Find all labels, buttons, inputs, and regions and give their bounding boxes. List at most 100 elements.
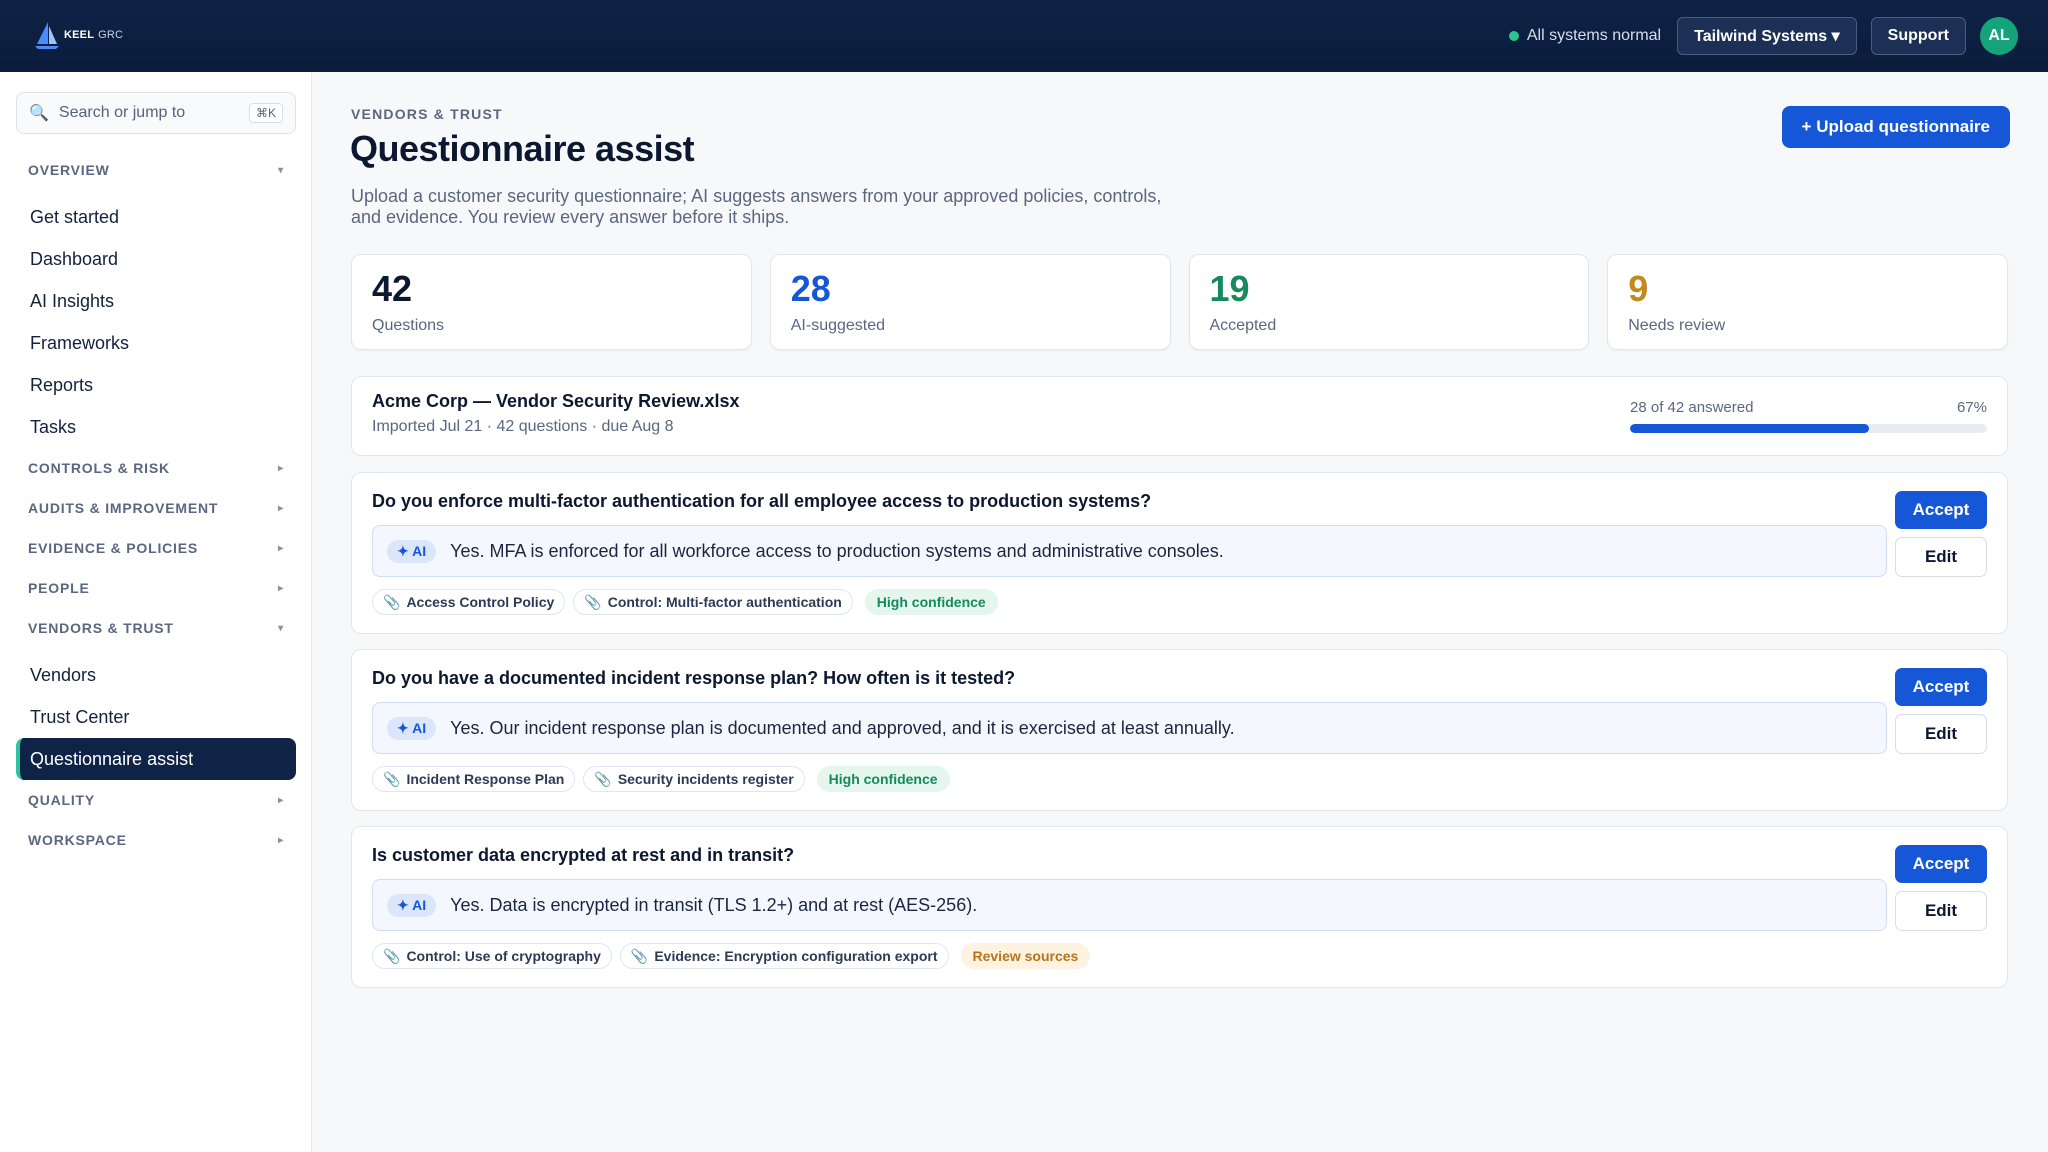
nav-section-quality[interactable]: QUALITY ▸ — [16, 780, 296, 820]
logo-text-light: GRC — [98, 29, 124, 41]
paperclip-icon: 📎 — [630, 947, 649, 964]
search-input[interactable]: 🔍 Search or jump to ⌘K — [16, 92, 296, 134]
ai-badge: ✦ AI — [387, 716, 437, 740]
source-chip[interactable]: 📎 Incident Response Plan — [372, 766, 576, 792]
answer-text: Yes. Data is encrypted in transit (TLS 1… — [450, 894, 978, 915]
question-card: Is customer data encrypted at rest and i… — [351, 826, 2008, 988]
source-list: 📎 Access Control Policy 📎 Control: Multi-f… — [372, 589, 998, 615]
sidebar-item-questionnaire-assist[interactable]: Questionnaire assist — [16, 738, 296, 780]
answer-field[interactable]: ✦ AI Yes. Data is encrypted in transit (… — [372, 879, 1887, 931]
sidebar: 🔍 Search or jump to ⌘K OVERVIEW ▾ Get sta… — [0, 72, 312, 1152]
chevron-right-icon: ▸ — [278, 794, 284, 806]
source-chip[interactable]: 📎 Control: Use of cryptography — [372, 943, 612, 969]
nav-section-people[interactable]: PEOPLE ▸ — [16, 568, 296, 608]
answer-field[interactable]: ✦ AI Yes. Our incident response plan is … — [372, 702, 1887, 754]
paperclip-icon: 📎 — [594, 770, 612, 787]
source-label: Control: Use of cryptography — [406, 948, 601, 964]
ai-badge: ✦ AI — [387, 539, 437, 563]
progress-text: 28 of 42 answered — [1630, 399, 1754, 416]
sidebar-item-reports[interactable]: Reports — [16, 364, 296, 406]
chevron-down-icon: ▾ — [278, 622, 284, 634]
stat-card-accepted: 19 Accepted — [1188, 254, 1590, 350]
answer-field[interactable]: ✦ AI Yes. MFA is enforced for all workfo… — [372, 525, 1887, 577]
stat-label: AI-suggested — [790, 317, 886, 334]
stat-card-ai-suggested: 28 AI-suggested — [769, 254, 1171, 350]
confidence-badge: High confidence — [864, 589, 998, 615]
stat-value: 42 — [372, 268, 413, 309]
source-label: Control: Multi-factor authentication — [607, 594, 842, 610]
search-placeholder: Search or jump to — [58, 104, 186, 121]
sidebar-nav: OVERVIEW ▾ Get started Dashboard AI Insig… — [16, 150, 296, 860]
page-title: Questionnaire assist — [350, 128, 695, 169]
nav-section-workspace[interactable]: WORKSPACE ▸ — [16, 820, 296, 860]
paperclip-icon: 📎 — [383, 947, 401, 964]
accept-button[interactable]: Accept — [1895, 668, 1987, 706]
nav-section-overview[interactable]: OVERVIEW ▾ — [16, 150, 296, 190]
question-text: Do you enforce multi-factor authenticati… — [372, 491, 1152, 511]
org-switcher-button[interactable]: Tailwind Systems ▾ — [1677, 17, 1857, 55]
stat-card-questions: 42 Questions — [351, 254, 752, 350]
accept-button[interactable]: Accept — [1895, 845, 1987, 883]
stat-label: Questions — [372, 317, 445, 334]
section-label: PEOPLE — [28, 580, 90, 596]
stat-label: Accepted — [1209, 317, 1277, 334]
section-label: CONTROLS & RISK — [28, 460, 170, 476]
source-chip[interactable]: 📎 Control: Multi-factor authentication — [573, 589, 853, 615]
chevron-down-icon: ▾ — [278, 164, 284, 176]
sidebar-item-vendors[interactable]: Vendors — [16, 654, 296, 696]
avatar[interactable]: AL — [1980, 17, 2018, 55]
sidebar-item-ai-insights[interactable]: AI Insights — [16, 280, 296, 322]
page-subtitle: Upload a customer security questionnaire… — [351, 186, 1162, 227]
sidebar-item-dashboard[interactable]: Dashboard — [16, 238, 296, 280]
status-text: All systems normal — [1526, 27, 1662, 44]
stats-row: 42 Questions 28 AI-suggested 19 Accepted… — [351, 254, 2008, 350]
chevron-right-icon: ▸ — [278, 542, 284, 554]
accept-button[interactable]: Accept — [1895, 491, 1987, 529]
questionnaire-file-card: Acme Corp — Vendor Security Review.xlsx … — [351, 376, 2008, 456]
question-card: Do you enforce multi-factor authenticati… — [351, 472, 2008, 634]
breadcrumb: VENDORS & TRUST — [351, 106, 503, 122]
sidebar-item-trust-center[interactable]: Trust Center — [16, 696, 296, 738]
source-chip[interactable]: 📎 Access Control Policy — [372, 589, 566, 615]
sidebar-item-get-started[interactable]: Get started — [16, 196, 296, 238]
source-label: Security incidents register — [617, 771, 794, 787]
question-text: Is customer data encrypted at rest and i… — [372, 845, 795, 865]
section-label: EVIDENCE & POLICIES — [28, 540, 199, 556]
paperclip-icon: 📎 — [383, 593, 401, 610]
section-label: QUALITY — [28, 792, 96, 808]
sail-logo-icon — [35, 22, 59, 49]
question-card: Do you have a documented incident respon… — [351, 649, 2008, 811]
section-label: OVERVIEW — [28, 162, 110, 178]
question-text: Do you have a documented incident respon… — [372, 668, 1016, 688]
stat-value: 28 — [790, 268, 831, 309]
answer-text: Yes. MFA is enforced for all workforce a… — [450, 540, 1224, 561]
source-chip[interactable]: 📎 Evidence: Encryption configuration expo… — [619, 943, 949, 969]
nav-section-controls[interactable]: CONTROLS & RISK ▸ — [16, 448, 296, 488]
edit-button[interactable]: Edit — [1895, 891, 1987, 931]
answer-text: Yes. Our incident response plan is docum… — [450, 717, 1235, 738]
paperclip-icon: 📎 — [383, 770, 401, 787]
source-chip[interactable]: 📎 Security incidents register — [583, 766, 805, 792]
nav-section-vendors[interactable]: VENDORS & TRUST ▾ — [16, 608, 296, 648]
confidence-badge: Review sources — [960, 943, 1091, 969]
chevron-right-icon: ▸ — [278, 502, 284, 514]
nav-section-audits[interactable]: AUDITS & IMPROVEMENT ▸ — [16, 488, 296, 528]
source-list: 📎 Incident Response Plan 📎 Security incide… — [372, 766, 950, 792]
upload-questionnaire-button[interactable]: + Upload questionnaire — [1781, 106, 2010, 148]
sidebar-item-frameworks[interactable]: Frameworks — [16, 322, 296, 364]
sidebar-item-tasks[interactable]: Tasks — [16, 406, 296, 448]
edit-button[interactable]: Edit — [1895, 714, 1987, 754]
nav-section-evidence[interactable]: EVIDENCE & POLICIES ▸ — [16, 528, 296, 568]
system-status: All systems normal — [1508, 27, 1662, 45]
progress-percent: 67% — [1956, 399, 1987, 416]
stat-value: 9 — [1628, 268, 1649, 309]
edit-button[interactable]: Edit — [1895, 537, 1987, 577]
source-label: Incident Response Plan — [406, 771, 565, 787]
top-bar: KEEL GRC All systems normal Tailwind Syst… — [0, 0, 2048, 72]
progress-bar-fill — [1630, 424, 1870, 433]
stat-card-needs-review: 9 Needs review — [1607, 254, 2008, 350]
source-label: Access Control Policy — [406, 594, 555, 610]
section-label: VENDORS & TRUST — [28, 620, 174, 636]
app-logo[interactable]: KEEL GRC — [34, 20, 123, 50]
support-button[interactable]: Support — [1870, 17, 1966, 55]
